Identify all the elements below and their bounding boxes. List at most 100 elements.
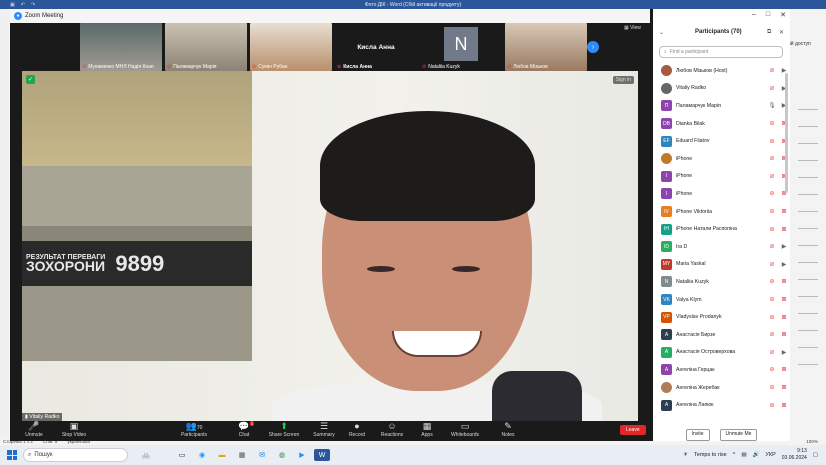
next-page-arrow-icon[interactable]: › bbox=[587, 41, 599, 53]
weather-icon[interactable]: ☀ bbox=[683, 452, 688, 458]
mic-muted-icon[interactable]: ⊘ bbox=[766, 331, 778, 338]
mic-muted-icon[interactable]: ⊘ bbox=[766, 85, 778, 92]
participant-row[interactable]: IiPhone ⊘ ⊠ bbox=[653, 168, 790, 186]
chrome-icon[interactable]: ◍ bbox=[274, 449, 290, 461]
save-icon[interactable]: ▣ bbox=[10, 2, 15, 8]
task-view-icon[interactable]: ▭ bbox=[174, 449, 190, 461]
participant-row[interactable]: IV iPhone Viktoriia ⊘ ⊠ bbox=[653, 203, 790, 221]
mail-icon[interactable]: ✉ bbox=[254, 449, 270, 461]
participant-row[interactable]: iPhone ⊘ ⊠ bbox=[653, 150, 790, 168]
thumbnail-tile[interactable]: ⊘ Мухаменко МНЛ Надія Кнап bbox=[80, 23, 162, 71]
participant-row[interactable]: A Ангеліна Герцак ⊘ ⊠ bbox=[653, 361, 790, 379]
share-access-label[interactable]: ий доступ bbox=[788, 41, 811, 47]
participant-row[interactable]: IH iPhone Натали Распопіна ⊘ ⊠ bbox=[653, 220, 790, 238]
video-off-icon[interactable]: ⊠ bbox=[778, 296, 790, 303]
participants-button[interactable]: 👥70 Participants bbox=[170, 421, 218, 438]
panel-close-icon[interactable]: ✕ bbox=[779, 29, 784, 36]
video-off-icon[interactable]: ⊠ bbox=[778, 155, 790, 162]
store-icon[interactable]: ▦ bbox=[234, 449, 250, 461]
video-off-icon[interactable]: ⊠ bbox=[778, 314, 790, 321]
unmute-me-button[interactable]: Unmute Me bbox=[719, 429, 758, 441]
participant-row[interactable]: Ангеліна Жеребак ⊘ ⊠ bbox=[653, 379, 790, 397]
video-off-icon[interactable]: ⊠ bbox=[778, 278, 790, 285]
stop-video-button[interactable]: ▣ Stop Video bbox=[50, 421, 98, 438]
mic-muted-icon[interactable]: ⊘ bbox=[766, 138, 778, 145]
mic-icon[interactable]: 🎙 bbox=[766, 102, 778, 109]
taskbar-search-input[interactable]: ⌕ Пошук bbox=[23, 448, 128, 462]
video-off-icon[interactable]: ⊠ bbox=[778, 190, 790, 197]
mic-muted-icon[interactable]: ⊘ bbox=[766, 349, 778, 356]
mic-muted-icon[interactable]: ⊘ bbox=[766, 208, 778, 215]
word-zoom-level[interactable]: 100% bbox=[806, 439, 818, 444]
edge-icon[interactable]: ◉ bbox=[194, 449, 210, 461]
video-off-icon[interactable]: ⊠ bbox=[778, 331, 790, 338]
mic-muted-icon[interactable]: ⊘ bbox=[766, 296, 778, 303]
notes-button[interactable]: ✎ Notes bbox=[484, 421, 532, 438]
video-off-icon[interactable]: ⊠ bbox=[778, 366, 790, 373]
video-camera-icon[interactable]: ▶ bbox=[778, 67, 790, 74]
video-off-icon[interactable]: ⊠ bbox=[778, 208, 790, 215]
participant-row[interactable]: IiPhone ⊘ ⊠ bbox=[653, 185, 790, 203]
participant-row[interactable]: DB Dianka Bilak ⊘ ⊠ bbox=[653, 115, 790, 133]
participant-search-input[interactable]: ⌕ Find a participant bbox=[659, 46, 783, 58]
mic-muted-icon[interactable]: ⊘ bbox=[766, 67, 778, 74]
weather-text[interactable]: Temps to rise bbox=[694, 452, 727, 458]
thumbnail-tile[interactable]: N ⊘ Nataliia Kuzyk bbox=[420, 23, 502, 71]
video-off-icon[interactable]: ⊠ bbox=[778, 173, 790, 180]
undo-icon[interactable]: ↶ bbox=[21, 2, 25, 8]
video-off-icon[interactable]: ⊠ bbox=[778, 402, 790, 409]
redo-icon[interactable]: ↷ bbox=[31, 2, 35, 8]
video-off-icon[interactable]: ⊠ bbox=[778, 120, 790, 127]
video-camera-icon[interactable]: ▶ bbox=[778, 261, 790, 268]
encryption-shield-icon[interactable]: ✓ bbox=[26, 75, 35, 84]
leave-button[interactable]: Leave bbox=[620, 425, 646, 435]
invite-button[interactable]: Invite bbox=[685, 429, 710, 441]
taskbar-clock[interactable]: 9:13 03.06.2024 bbox=[782, 448, 807, 462]
participant-row[interactable]: VP Vladyslav Prodanyk ⊘ ⊠ bbox=[653, 308, 790, 326]
participant-row[interactable]: N Nataliia Kuzyk ⊘ ⊠ bbox=[653, 273, 790, 291]
mic-muted-icon[interactable]: ⊘ bbox=[766, 243, 778, 250]
mic-muted-icon[interactable]: ⊘ bbox=[766, 278, 778, 285]
tray-chevron-icon[interactable]: ^ bbox=[733, 452, 736, 458]
video-camera-icon[interactable]: ▶ bbox=[778, 243, 790, 250]
zoom-taskbar-icon[interactable]: ▶ bbox=[294, 449, 310, 461]
participant-row[interactable]: VK Valya Klym ⊘ ⊠ bbox=[653, 291, 790, 309]
file-explorer-icon[interactable]: ▬ bbox=[214, 449, 230, 461]
sign-in-button[interactable]: Sign in bbox=[612, 76, 634, 84]
network-icon[interactable]: ▤ bbox=[741, 452, 746, 458]
video-off-icon[interactable]: ⊠ bbox=[778, 226, 790, 233]
video-camera-icon[interactable]: ▶ bbox=[778, 349, 790, 356]
close-icon[interactable]: ✕ bbox=[780, 11, 786, 19]
participant-row[interactable]: Любов Мізьков (Host) ⊘ ▶ bbox=[653, 62, 790, 80]
thumbnail-tile[interactable]: ⊘ Любов Мізьков bbox=[505, 23, 587, 71]
participant-row[interactable]: ID Ira D ⊘ ▶ bbox=[653, 238, 790, 256]
video-camera-icon[interactable]: ▶ bbox=[778, 85, 790, 92]
bicycle-icon[interactable]: 🚲 bbox=[138, 449, 154, 461]
participant-row[interactable]: A Анастасія Бирзе ⊘ ⊠ bbox=[653, 326, 790, 344]
participant-row[interactable]: Vitaliy Radko ⊘ ▶ bbox=[653, 80, 790, 98]
minimize-icon[interactable]: – bbox=[752, 11, 756, 19]
mic-muted-icon[interactable]: ⊘ bbox=[766, 402, 778, 409]
mic-muted-icon[interactable]: ⊘ bbox=[766, 261, 778, 268]
volume-icon[interactable]: 🔊 bbox=[753, 452, 760, 458]
notification-icon[interactable]: ▢ bbox=[813, 452, 818, 458]
mic-muted-icon[interactable]: ⊘ bbox=[766, 173, 778, 180]
word-taskbar-icon[interactable]: W bbox=[314, 449, 330, 461]
mic-muted-icon[interactable]: ⊘ bbox=[766, 314, 778, 321]
mic-muted-icon[interactable]: ⊘ bbox=[766, 226, 778, 233]
mic-muted-icon[interactable]: ⊘ bbox=[766, 384, 778, 391]
mic-muted-icon[interactable]: ⊘ bbox=[766, 155, 778, 162]
windows-start-icon[interactable] bbox=[7, 450, 17, 460]
view-button[interactable]: ▦ View bbox=[624, 25, 641, 31]
thumbnail-tile[interactable]: ⊘ Паламарчук Марія bbox=[165, 23, 247, 71]
participant-row[interactable]: A Анастасія Островерхова ⊘ ▶ bbox=[653, 344, 790, 362]
video-off-icon[interactable]: ⊠ bbox=[778, 384, 790, 391]
thumbnail-tile[interactable]: Кисла Анна ⊘ Кисла Анна bbox=[335, 23, 417, 71]
participant-row[interactable]: П Паламарчук Марія 🎙 ▶ bbox=[653, 97, 790, 115]
mic-muted-icon[interactable]: ⊘ bbox=[766, 366, 778, 373]
video-camera-icon[interactable]: ▶ bbox=[778, 102, 790, 109]
participant-row[interactable]: EF Eduard Filatov ⊘ ⊠ bbox=[653, 132, 790, 150]
maximize-icon[interactable]: □ bbox=[766, 11, 770, 19]
thumbnail-tile[interactable]: ⊘ Сукач Рубан bbox=[250, 23, 332, 71]
mic-muted-icon[interactable]: ⊘ bbox=[766, 190, 778, 197]
